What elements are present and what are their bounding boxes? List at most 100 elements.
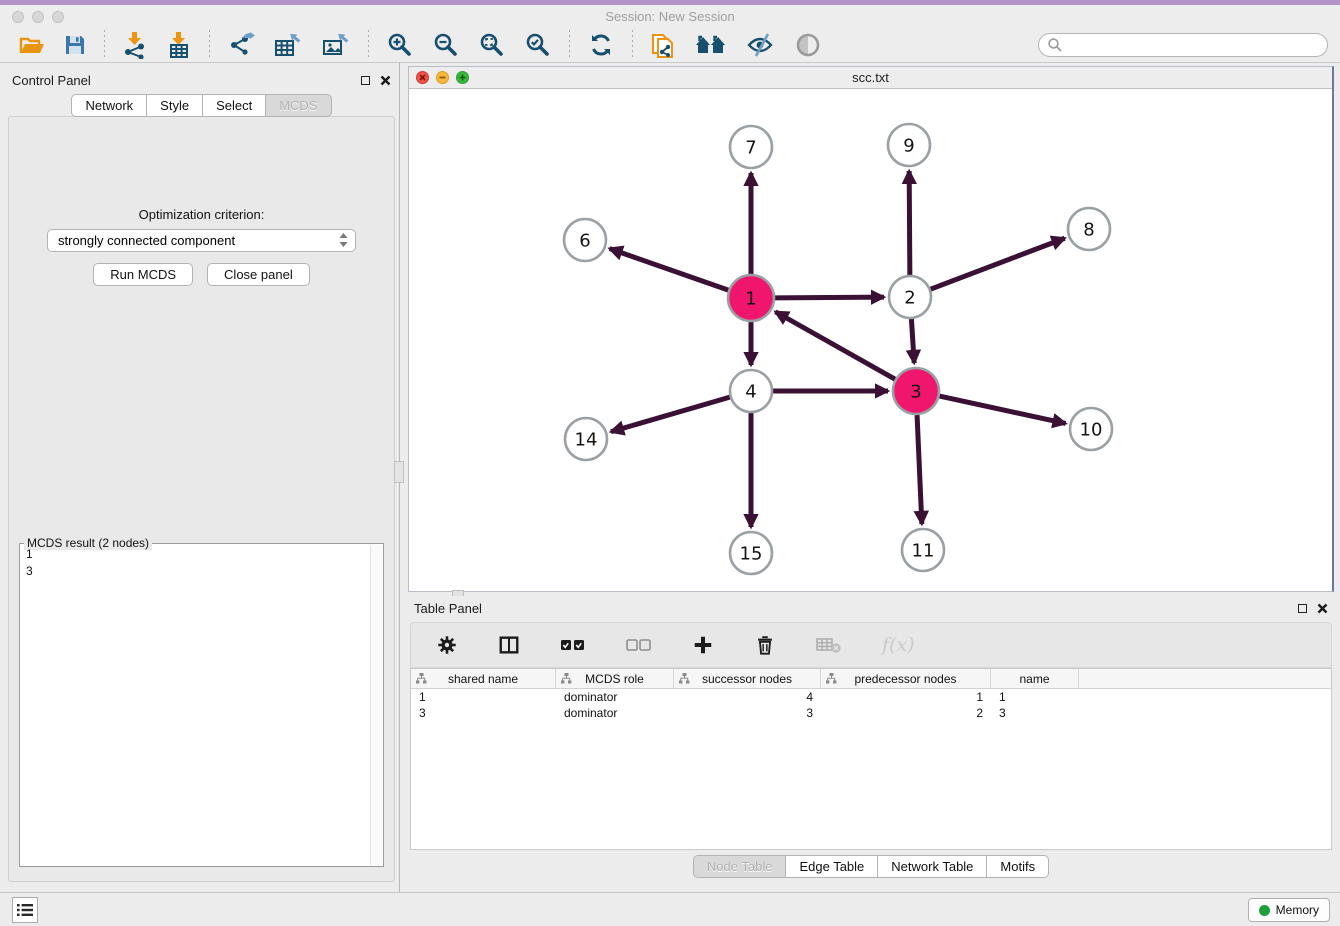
- graph-edge-1-2[interactable]: [775, 297, 884, 298]
- close-panel-icon[interactable]: [380, 75, 391, 86]
- zoom-in-button[interactable]: [381, 29, 419, 61]
- import-table-icon: [166, 31, 192, 59]
- tab-edge-table[interactable]: Edge Table: [785, 855, 878, 878]
- table-cell[interactable]: dominator: [556, 689, 674, 705]
- table-cell[interactable]: 3: [674, 705, 821, 721]
- control-panel-header: Control Panel: [6, 68, 397, 92]
- select-all-columns-button[interactable]: [555, 635, 591, 655]
- column-label: predecessor nodes: [854, 672, 956, 686]
- column-header-shared-name[interactable]: shared name: [411, 669, 556, 688]
- export-table-button[interactable]: [268, 29, 308, 61]
- splitter-handle[interactable]: [394, 461, 404, 483]
- run-mcds-button[interactable]: Run MCDS: [93, 263, 193, 286]
- criterion-select[interactable]: strongly connected component: [47, 229, 356, 252]
- graph-edge-2-3[interactable]: [911, 319, 914, 363]
- table-cell[interactable]: 3: [411, 705, 556, 721]
- table-cell[interactable]: 1: [821, 689, 991, 705]
- column-header-predecessor-nodes[interactable]: predecessor nodes: [821, 669, 991, 688]
- window-titlebar: Session: New Session: [0, 5, 1340, 28]
- table-tabs: Node TableEdge TableNetwork TableMotifs: [408, 855, 1334, 878]
- search-input[interactable]: [1063, 35, 1327, 55]
- control-panel-tabs: NetworkStyleSelectMCDS: [6, 94, 397, 117]
- table-cell[interactable]: dominator: [556, 705, 674, 721]
- memory-label: Memory: [1276, 903, 1319, 917]
- task-history-button[interactable]: [12, 897, 38, 923]
- result-line: 3: [26, 563, 369, 580]
- main-toolbar: [0, 28, 1340, 63]
- table-settings-button[interactable]: [431, 632, 463, 658]
- zoom-selected-button[interactable]: [519, 29, 557, 61]
- result-scrollbar[interactable]: [370, 545, 382, 865]
- table-cell[interactable]: 4: [674, 689, 821, 705]
- graph-edge-2-8[interactable]: [931, 238, 1065, 289]
- zoom-out-button[interactable]: [427, 29, 465, 61]
- column-header-name[interactable]: name: [991, 669, 1079, 688]
- float-panel-icon[interactable]: [1298, 604, 1307, 613]
- tab-network[interactable]: Network: [71, 94, 147, 117]
- import-table-button[interactable]: [161, 29, 197, 61]
- graph-node-label-4: 4: [745, 381, 756, 402]
- list-icon: [17, 902, 33, 918]
- table-row[interactable]: 3dominator323: [411, 705, 1331, 721]
- split-panel-button[interactable]: [493, 632, 525, 658]
- panel-splitter[interactable]: [399, 63, 402, 892]
- tab-select[interactable]: Select: [202, 94, 266, 117]
- graph-edge-1-6[interactable]: [610, 249, 729, 291]
- save-button[interactable]: [58, 31, 92, 59]
- delete-row-button[interactable]: [749, 632, 781, 658]
- split-panel-icon: [498, 634, 520, 656]
- deselect-all-columns-button[interactable]: [621, 635, 657, 655]
- tab-style[interactable]: Style: [146, 94, 203, 117]
- eye-button[interactable]: [789, 30, 827, 60]
- graph-edge-2-9[interactable]: [909, 171, 910, 275]
- network-window: scc.txt 7968124314101511: [408, 66, 1334, 592]
- zoom-fit-button[interactable]: [473, 29, 511, 61]
- table-panel-title: Table Panel: [414, 601, 1298, 616]
- refresh-button[interactable]: [582, 29, 620, 61]
- graph-node-label-7: 7: [745, 137, 756, 158]
- eye-icon: [794, 32, 822, 58]
- graph-edge-4-14[interactable]: [611, 397, 730, 432]
- close-panel-icon[interactable]: [1317, 603, 1328, 614]
- table-cell[interactable]: 1: [991, 689, 1079, 705]
- zoom-selected-icon: [524, 31, 552, 59]
- table-cell[interactable]: 3: [991, 705, 1079, 721]
- tab-network-table[interactable]: Network Table: [877, 855, 987, 878]
- eye-slash-button[interactable]: [741, 30, 781, 60]
- network-canvas[interactable]: 7968124314101511: [409, 89, 1332, 590]
- clone-network-button[interactable]: [645, 28, 681, 62]
- graph-edge-3-11[interactable]: [917, 415, 922, 524]
- table-cell[interactable]: 2: [821, 705, 991, 721]
- open-folder-button[interactable]: [14, 31, 50, 59]
- eye-slash-icon: [746, 32, 776, 58]
- export-image-button[interactable]: [316, 29, 356, 61]
- export-network-button[interactable]: [222, 29, 260, 61]
- tab-node-table[interactable]: Node Table: [693, 855, 787, 878]
- graph-edge-3-1[interactable]: [775, 312, 895, 379]
- memory-button[interactable]: Memory: [1248, 898, 1330, 922]
- tab-motifs[interactable]: Motifs: [986, 855, 1049, 878]
- apply-function-button[interactable]: f(x): [877, 632, 920, 658]
- node-table[interactable]: shared nameMCDS rolesuccessor nodes prede…: [410, 668, 1332, 850]
- float-panel-icon[interactable]: [361, 76, 370, 85]
- network-graph[interactable]: 7968124314101511: [409, 89, 1331, 590]
- table-cell[interactable]: 1: [411, 689, 556, 705]
- column-header-MCDS-role[interactable]: MCDS role: [556, 669, 674, 688]
- homes-button[interactable]: [689, 30, 733, 60]
- export-image-icon: [321, 31, 351, 59]
- table-body: 1dominator4113dominator323: [411, 689, 1331, 721]
- table-row[interactable]: 1dominator411: [411, 689, 1331, 705]
- import-network-button[interactable]: [117, 29, 153, 61]
- mcds-buttons: Run MCDS Close panel: [9, 263, 394, 286]
- add-column-button[interactable]: [687, 632, 719, 658]
- delete-column-button[interactable]: [811, 633, 847, 657]
- optimization-criterion-label: Optimization criterion:: [9, 207, 394, 222]
- close-panel-button[interactable]: Close panel: [207, 263, 310, 286]
- graph-edge-3-10[interactable]: [939, 396, 1065, 423]
- network-window-title: scc.txt: [409, 70, 1332, 85]
- search-icon: [1047, 37, 1063, 53]
- zoom-out-icon: [432, 31, 460, 59]
- tab-mcds[interactable]: MCDS: [265, 94, 331, 117]
- mcds-result-list[interactable]: 13: [26, 546, 369, 864]
- column-header-successor-nodes[interactable]: successor nodes: [674, 669, 821, 688]
